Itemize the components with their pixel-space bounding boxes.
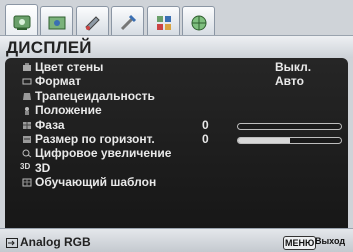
tab-picture[interactable] (40, 6, 73, 36)
menu-item-h-size[interactable]: Размер по горизонт. 0 (5, 132, 348, 146)
h-size-icon (23, 136, 31, 143)
menu-item-aspect-ratio[interactable]: Формат Авто (5, 74, 348, 88)
status-bar: Analog RGB МЕНЮ Выход (0, 228, 353, 252)
wall-color-value: Выкл. (275, 60, 312, 74)
menu-item-wall-color[interactable]: Цвет стены Выкл. (5, 60, 348, 74)
h-size-slider[interactable] (237, 137, 342, 144)
osd-menu: ДИСПЛЕЙ Цвет стены Выкл. Формат Авто Тра… (0, 0, 353, 252)
zoom-icon (22, 149, 32, 158)
page-title: ДИСПЛЕЙ (6, 38, 92, 57)
tab-settings[interactable] (76, 6, 109, 36)
phase-slider[interactable] (237, 123, 342, 130)
wall-color-icon (23, 63, 31, 71)
menu-item-label: Размер по горизонт. (35, 132, 155, 146)
menu-item-label: Фаза (35, 118, 65, 132)
settings-icon (85, 16, 100, 31)
aspect-ratio-value: Авто (275, 74, 304, 88)
tab-tools[interactable] (111, 6, 144, 36)
info-icon (157, 16, 171, 30)
input-source-label: Analog RGB (20, 235, 91, 249)
menu-item-phase[interactable]: Фаза 0 (5, 118, 348, 132)
menu-item-label: 3D (35, 161, 51, 175)
menu-item-keystone[interactable]: Трапецеидальность (5, 89, 348, 103)
menu-item-label: Трапецеидальность (35, 89, 155, 103)
test-pattern-icon (22, 178, 32, 187)
menu-item-label: Положение (35, 103, 102, 117)
phase-icon (23, 122, 31, 129)
menu-item-position[interactable]: Положение (5, 103, 348, 117)
tab-info[interactable] (147, 6, 180, 36)
slider-fill (238, 138, 290, 143)
position-icon (25, 107, 29, 115)
aspect-ratio-icon (22, 78, 32, 85)
3d-icon: 3D (20, 162, 31, 171)
menu-key-hint[interactable]: МЕНЮ (283, 236, 317, 250)
menu-item-label: Цвет стены (35, 60, 104, 74)
h-size-number: 0 (202, 132, 209, 146)
globe-icon (191, 15, 207, 31)
menu-item-test-pattern[interactable]: Обучающий шаблон (5, 175, 348, 189)
picture-icon (48, 16, 66, 30)
menu-panel: Цвет стены Выкл. Формат Авто Трапецеидал… (5, 58, 348, 228)
tools-icon (120, 14, 137, 31)
phase-number: 0 (202, 118, 209, 132)
input-source-icon (6, 238, 18, 248)
display-icon (13, 15, 31, 30)
menu-item-label: Обучающий шаблон (35, 175, 157, 189)
menu-item-3d[interactable]: 3D 3D (5, 161, 348, 175)
menu-item-digital-zoom[interactable]: Цифровое увеличение (5, 146, 348, 160)
tab-language[interactable] (182, 6, 215, 36)
title-bar: ДИСПЛЕЙ (0, 35, 353, 58)
menu-item-label: Формат (35, 74, 82, 88)
exit-label: Выход (315, 236, 346, 246)
menu-item-label: Цифровое увеличение (35, 146, 172, 160)
keystone-icon (23, 93, 31, 100)
tab-display[interactable] (5, 4, 38, 37)
